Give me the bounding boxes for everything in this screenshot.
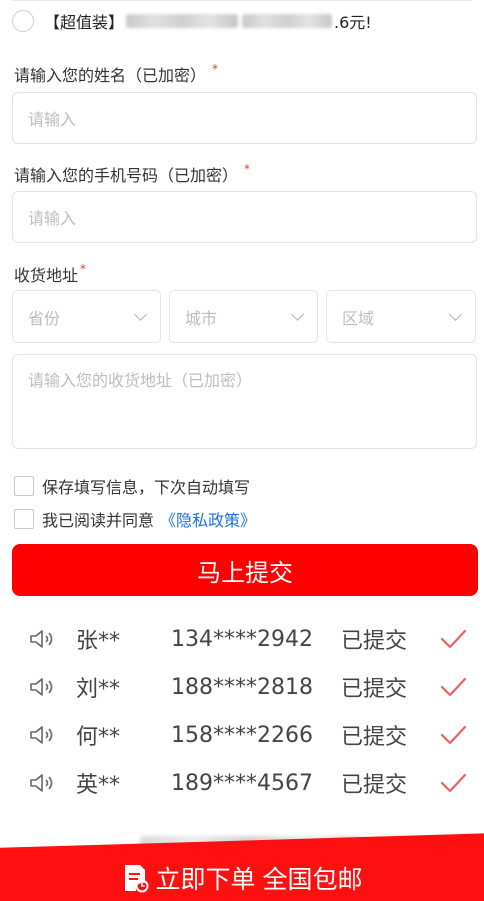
- submitter-name: 何**: [76, 725, 121, 750]
- submission-status: 已提交: [341, 629, 408, 654]
- address-placeholder: 请输入您的收货地址（已加密）: [28, 371, 253, 390]
- privacy-policy-link[interactable]: 《隐私政策》: [160, 507, 256, 531]
- submitter-phone: 158****2266: [171, 722, 313, 748]
- offer-option[interactable]: 【超值装】 .6元!: [12, 8, 372, 34]
- list-item: 刘** 188****2818 已提交: [28, 663, 473, 711]
- submission-status: 已提交: [341, 677, 408, 702]
- agree-label: 我已阅读并同意: [42, 511, 155, 530]
- district-value: 区域: [342, 308, 375, 328]
- submitter-name: 英**: [76, 773, 121, 798]
- agree-option[interactable]: 我已阅读并同意 《隐私政策》: [14, 507, 256, 531]
- speaker-icon: [30, 630, 53, 648]
- list-item: 张** 134****2942 已提交: [28, 615, 473, 663]
- top-divider: [12, 0, 472, 1]
- offer-suffix: .6元!: [334, 13, 372, 32]
- phone-label: 请输入您的手机号码（已加密） *: [14, 162, 251, 185]
- submitter-name: 刘**: [76, 677, 121, 702]
- save-info-option[interactable]: 保存填写信息，下次自动填写: [14, 474, 250, 498]
- submission-list: 张** 134****2942 已提交 刘** 188****2818 已提交 何** 158…: [28, 615, 473, 807]
- city-value: 城市: [185, 308, 218, 328]
- required-mark: *: [80, 262, 87, 276]
- province-value: 省份: [28, 308, 61, 328]
- offer-prefix: 【超值装】: [44, 13, 125, 32]
- order-document-icon: [124, 865, 149, 893]
- list-item: 何** 158****2266 已提交: [28, 711, 473, 759]
- agree-checkbox[interactable]: [14, 509, 34, 529]
- submission-status: 已提交: [341, 773, 408, 798]
- save-info-label: 保存填写信息，下次自动填写: [42, 478, 251, 497]
- offer-radio[interactable]: [12, 10, 34, 32]
- chevron-down-icon: [449, 307, 462, 321]
- checkmark-icon: [440, 725, 467, 745]
- submitter-phone: 188****2818: [171, 674, 313, 700]
- submit-button[interactable]: 马上提交: [12, 544, 478, 596]
- submitter-name: 张**: [76, 629, 121, 654]
- chevron-down-icon: [291, 307, 304, 321]
- speaker-icon: [30, 774, 53, 792]
- checkmark-icon: [440, 773, 467, 793]
- chevron-down-icon: [134, 307, 147, 321]
- city-select[interactable]: 城市: [169, 290, 318, 343]
- required-mark: *: [244, 162, 251, 176]
- district-select[interactable]: 区域: [326, 290, 476, 343]
- list-item: 英** 189****4567 已提交: [28, 759, 473, 807]
- name-label: 请输入您的姓名（已加密） *: [14, 62, 219, 85]
- offer-blurred-text: [126, 14, 239, 28]
- phone-input[interactable]: 请输入: [12, 191, 477, 243]
- save-info-checkbox[interactable]: [14, 476, 34, 496]
- name-placeholder: 请输入: [28, 110, 77, 129]
- checkmark-icon: [440, 629, 467, 649]
- phone-placeholder: 请输入: [28, 209, 77, 228]
- province-select[interactable]: 省份: [12, 290, 161, 343]
- checkmark-icon: [440, 677, 467, 697]
- speaker-icon: [30, 726, 53, 744]
- offer-blurred-text-2: [242, 14, 333, 28]
- submission-status: 已提交: [341, 725, 408, 750]
- order-now-button[interactable]: 立即下单 全国包邮: [0, 855, 484, 901]
- order-now-label: 立即下单 全国包邮: [155, 866, 363, 894]
- name-input[interactable]: 请输入: [12, 92, 477, 144]
- required-mark: *: [212, 62, 219, 76]
- speaker-icon: [30, 678, 53, 696]
- submitter-phone: 189****4567: [171, 770, 313, 796]
- address-textarea[interactable]: 请输入您的收货地址（已加密）: [12, 354, 477, 449]
- address-label: 收货地址 *: [14, 262, 87, 285]
- submitter-phone: 134****2942: [171, 626, 313, 652]
